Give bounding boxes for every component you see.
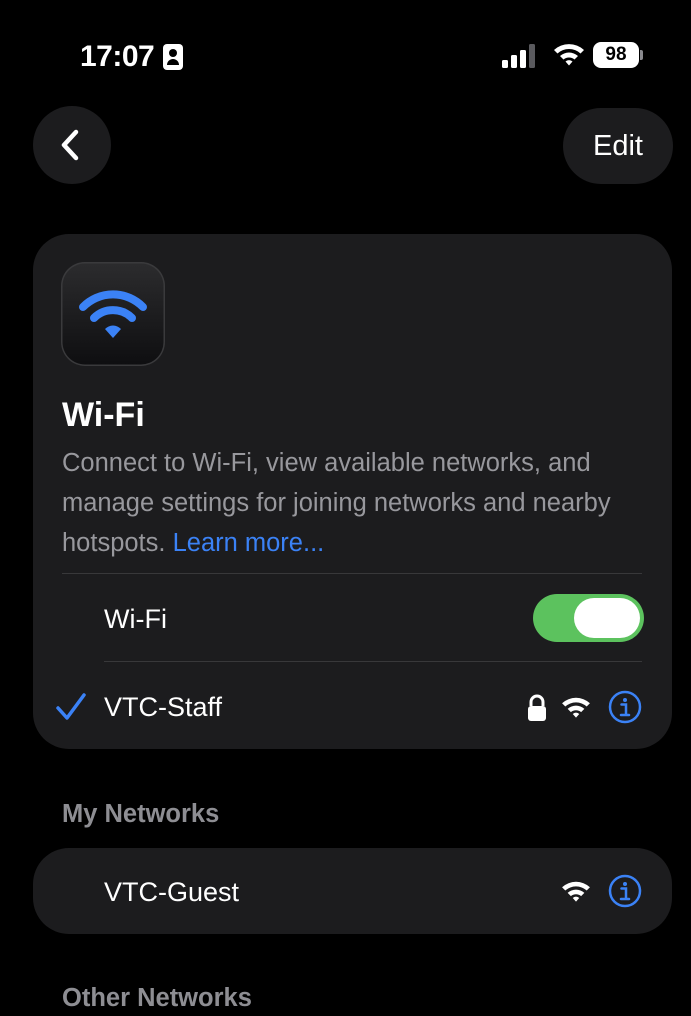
chevron-left-icon xyxy=(61,129,79,161)
learn-more-link[interactable]: Learn more... xyxy=(173,529,325,557)
info-icon[interactable] xyxy=(608,690,642,724)
back-button[interactable] xyxy=(33,106,111,184)
section-header-my-networks: My Networks xyxy=(62,800,220,828)
battery-icon: 98 xyxy=(593,42,639,68)
wifi-icon xyxy=(79,290,147,338)
edit-button[interactable]: Edit xyxy=(563,108,673,184)
checkmark-icon xyxy=(56,693,86,720)
network-name[interactable]: VTC-Guest xyxy=(104,877,239,908)
person-badge-icon xyxy=(163,44,183,70)
page-description: Connect to Wi-Fi, view available network… xyxy=(62,443,642,563)
divider xyxy=(62,573,642,574)
battery-cap xyxy=(640,50,643,60)
info-icon[interactable] xyxy=(608,874,642,908)
section-header-other-networks: Other Networks xyxy=(62,984,252,1012)
wifi-icon xyxy=(562,881,590,902)
wifi-toggle-label: Wi-Fi xyxy=(104,604,167,634)
divider xyxy=(104,661,642,662)
toggle-knob xyxy=(574,598,640,638)
signal-icon xyxy=(502,44,538,68)
wifi-icon xyxy=(554,44,584,66)
wifi-app-icon xyxy=(61,262,165,366)
wifi-icon xyxy=(562,697,590,718)
status-time: 17:07 xyxy=(80,40,155,73)
description-text: Connect to Wi-Fi, view available network… xyxy=(62,449,611,557)
lock-icon xyxy=(528,694,546,721)
page-title: Wi-Fi xyxy=(62,396,145,434)
connected-network-name[interactable]: VTC-Staff xyxy=(104,692,222,723)
wifi-toggle[interactable] xyxy=(533,594,644,642)
